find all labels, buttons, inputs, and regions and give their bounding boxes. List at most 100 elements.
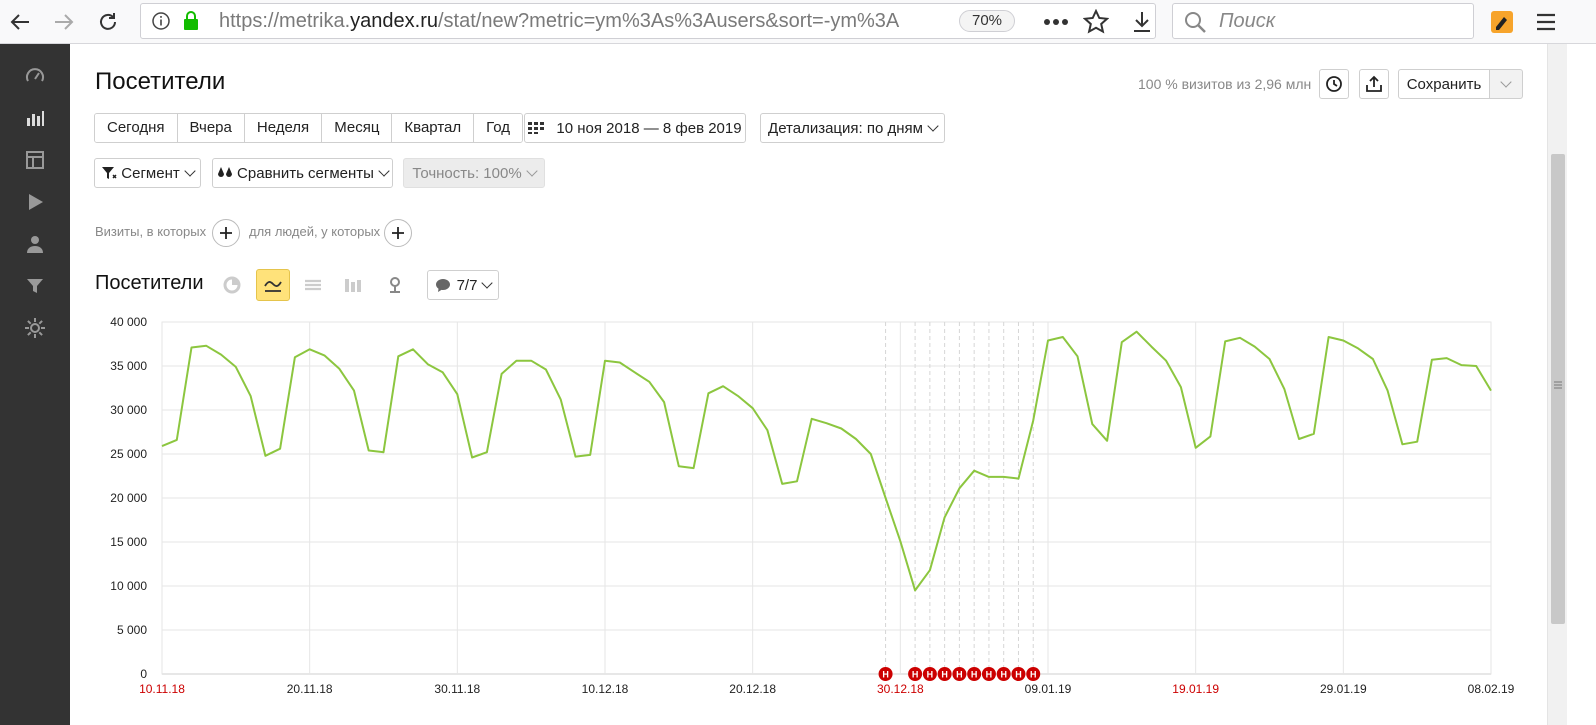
lock-icon[interactable]	[181, 10, 201, 32]
period-year[interactable]: Год	[474, 114, 523, 142]
page-title: Посетители	[95, 68, 226, 95]
notes-dropdown[interactable]: 7/7	[427, 270, 499, 300]
x-tick-label: 09.01.19	[1025, 682, 1072, 696]
page-scrollbar[interactable]	[1547, 44, 1567, 725]
sidebar-item-audience[interactable]	[0, 224, 70, 264]
visits-info: 100 % визитов из 2,96 млн	[1138, 76, 1312, 92]
sidebar-item-maps[interactable]	[0, 140, 70, 180]
x-tick-label: 10.11.18	[139, 682, 185, 696]
info-icon[interactable]	[151, 11, 171, 31]
people-condition-label: для людей, у которых	[249, 224, 381, 239]
segment-dropdown[interactable]: Сегмент	[94, 158, 201, 188]
back-button[interactable]	[4, 6, 36, 38]
x-tick-label: 20.12.18	[729, 682, 776, 696]
period-selector: Сегодня Вчера Неделя Месяц Квартал Год	[94, 113, 524, 143]
zoom-badge[interactable]: 70%	[959, 10, 1015, 32]
gauge-icon	[26, 68, 44, 82]
download-icon	[1134, 12, 1150, 32]
hamburger-icon	[1537, 13, 1555, 31]
bookmark-star-icon[interactable]	[1083, 9, 1109, 35]
accuracy-dropdown[interactable]: Точность: 100%	[403, 158, 545, 188]
reload-button[interactable]	[92, 6, 124, 38]
gear-icon	[25, 318, 45, 338]
chart-type-pie[interactable]	[215, 269, 249, 301]
sidebar-item-reports[interactable]	[0, 98, 70, 138]
holiday-marker[interactable]	[981, 667, 996, 681]
forward-arrow-icon	[55, 14, 74, 30]
chevron-down-icon	[1500, 76, 1512, 88]
extension-button[interactable]	[1486, 6, 1518, 38]
detail-dropdown[interactable]: Детализация: по дням	[760, 113, 945, 143]
sidebar-item-webvisor[interactable]	[0, 182, 70, 222]
holiday-marker[interactable]	[952, 667, 967, 681]
sidebar-item-settings[interactable]	[0, 308, 70, 348]
pie-chart-icon	[223, 276, 241, 294]
chart-type-bar[interactable]	[336, 269, 370, 301]
user-icon	[27, 236, 43, 253]
save-button[interactable]: Сохранить	[1398, 69, 1490, 99]
menu-button[interactable]	[1530, 6, 1562, 38]
y-tick-label: 25 000	[110, 447, 147, 461]
filter-icon	[102, 167, 117, 179]
holiday-marker[interactable]	[937, 667, 952, 681]
x-tick-label: 08.02.19	[1468, 682, 1515, 696]
calendar-icon	[528, 122, 545, 134]
y-tick-label: 5 000	[117, 623, 147, 637]
back-arrow-icon	[10, 14, 29, 30]
save-options-button[interactable]	[1489, 69, 1523, 99]
chevron-down-icon	[378, 165, 390, 177]
search-placeholder: Поиск	[1219, 10, 1276, 32]
chart-type-map[interactable]	[378, 269, 412, 301]
bar-chart-icon	[345, 279, 361, 292]
upload-icon	[1366, 75, 1382, 92]
holiday-marker[interactable]	[922, 667, 937, 681]
search-bar[interactable]: Поиск	[1172, 3, 1474, 39]
visits-condition-label: Визиты, в которых	[95, 224, 207, 239]
notes-count: 7/7	[456, 276, 478, 294]
add-people-condition-button[interactable]	[384, 219, 412, 247]
comment-icon	[435, 278, 450, 292]
clock-icon	[1326, 76, 1342, 92]
y-tick-label: 30 000	[110, 403, 147, 417]
url-text[interactable]: https://metrika.yandex.ru/stat/new?metri…	[219, 4, 919, 38]
date-range-button[interactable]: 10 ноя 2018 — 8 фев 2019	[524, 113, 746, 143]
y-tick-label: 15 000	[110, 535, 147, 549]
grip-icon	[1554, 381, 1562, 389]
add-visit-condition-button[interactable]	[212, 219, 240, 247]
compare-segments-dropdown[interactable]: Сравнить сегменты	[212, 158, 393, 188]
x-tick-label: 29.01.19	[1320, 682, 1367, 696]
y-tick-label: 35 000	[110, 359, 147, 373]
chevron-down-icon	[526, 165, 538, 177]
holiday-marker[interactable]	[967, 667, 982, 681]
extension-icon	[1491, 11, 1513, 33]
chevron-down-icon	[927, 120, 939, 132]
sidebar-item-dashboard[interactable]	[0, 56, 70, 96]
chart-type-line[interactable]	[256, 269, 290, 301]
period-quarter[interactable]: Квартал	[392, 114, 475, 142]
y-tick-label: 0	[140, 667, 147, 681]
plus-icon	[220, 227, 232, 239]
period-week[interactable]: Неделя	[244, 114, 323, 142]
history-button[interactable]	[1319, 69, 1349, 99]
holiday-marker[interactable]	[1026, 667, 1041, 681]
chart-type-area[interactable]	[296, 269, 330, 301]
holiday-marker[interactable]	[1011, 667, 1026, 681]
downloads-button[interactable]	[1126, 6, 1158, 38]
holiday-marker[interactable]	[908, 667, 923, 681]
period-month[interactable]: Месяц	[322, 114, 393, 142]
scrollbar-thumb[interactable]	[1551, 154, 1565, 624]
segment-label: Сегмент	[121, 164, 180, 182]
play-icon	[29, 194, 43, 210]
url-bar[interactable]: https://metrika.yandex.ru/stat/new?metri…	[140, 3, 1156, 39]
export-button[interactable]	[1359, 69, 1389, 99]
holiday-marker[interactable]	[878, 667, 893, 681]
accuracy-label: Точность: 100%	[412, 164, 522, 182]
period-yesterday[interactable]: Вчера	[177, 114, 245, 142]
plot-area	[161, 321, 1492, 675]
sidebar-item-goals[interactable]	[0, 266, 70, 306]
forward-button[interactable]	[48, 6, 80, 38]
period-today[interactable]: Сегодня	[95, 114, 178, 142]
more-icon[interactable]	[1043, 18, 1069, 26]
holiday-marker[interactable]	[996, 667, 1011, 681]
x-tick-label: 30.11.18	[434, 682, 480, 696]
